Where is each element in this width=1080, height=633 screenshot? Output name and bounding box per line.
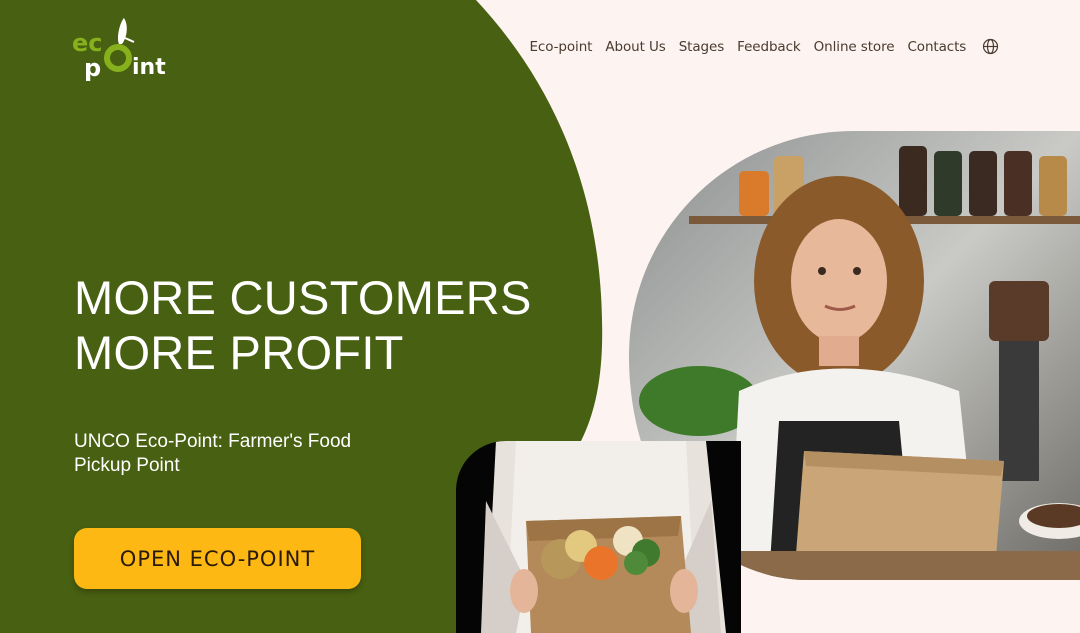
leaf-icon bbox=[117, 18, 127, 44]
logo-text-int: int bbox=[132, 55, 166, 80]
open-eco-point-button[interactable]: OPEN ECO-POINT bbox=[74, 528, 361, 589]
nav-online-store[interactable]: Online store bbox=[807, 39, 901, 55]
nav-about-us[interactable]: About Us bbox=[599, 39, 672, 55]
hero-title-line1: MORE CUSTOMERS bbox=[74, 271, 532, 324]
logo-o-ring bbox=[104, 44, 132, 72]
nav-stages[interactable]: Stages bbox=[672, 39, 730, 55]
nav-contacts[interactable]: Contacts bbox=[901, 39, 973, 55]
nav-eco-point[interactable]: Eco-point bbox=[523, 39, 599, 55]
hero-subtitle: UNCO Eco-Point: Farmer's Food Pickup Poi… bbox=[74, 431, 352, 476]
eco-point-logo[interactable]: ec p int bbox=[72, 16, 182, 82]
nav-feedback[interactable]: Feedback bbox=[731, 39, 808, 55]
logo-text-p: p bbox=[84, 54, 101, 82]
logo-graphic: ec p int bbox=[72, 18, 166, 82]
hero-title-line2: MORE PROFIT bbox=[74, 326, 404, 379]
main-nav: Eco-point About Us Stages Feedback Onlin… bbox=[523, 38, 999, 55]
logo-text-top: ec bbox=[72, 29, 103, 57]
globe-icon[interactable] bbox=[982, 38, 999, 55]
vegetable-bag-photo bbox=[456, 441, 741, 633]
hero-title: MORE CUSTOMERS MORE PROFIT bbox=[74, 270, 532, 380]
